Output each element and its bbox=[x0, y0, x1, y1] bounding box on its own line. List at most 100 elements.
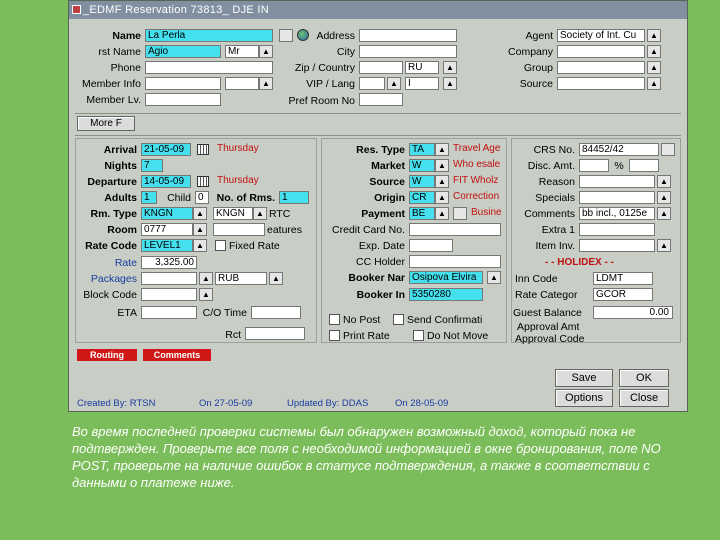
rate-code-dropdown[interactable]: ▲ bbox=[193, 239, 207, 252]
group-field[interactable] bbox=[557, 61, 645, 74]
more-fields-button[interactable]: More F bbox=[77, 116, 135, 131]
reason-dropdown[interactable]: ▲ bbox=[657, 175, 671, 188]
inn-code-field[interactable]: LDMT bbox=[593, 272, 653, 285]
room-type-dropdown[interactable]: ▲ bbox=[193, 207, 207, 220]
exp-date-label: Exp. Date bbox=[358, 240, 405, 252]
block-code-dropdown[interactable]: ▲ bbox=[199, 288, 213, 301]
vip-field[interactable] bbox=[359, 77, 385, 90]
member-type-field[interactable] bbox=[225, 77, 259, 90]
rtc-dropdown[interactable]: ▲ bbox=[253, 207, 267, 220]
disc-amt-field[interactable] bbox=[579, 159, 609, 172]
source-field[interactable] bbox=[557, 77, 645, 90]
payment-dropdown[interactable]: ▲ bbox=[435, 207, 449, 220]
address-field[interactable] bbox=[359, 29, 457, 42]
comments-field[interactable]: bb incl., 0125e bbox=[579, 207, 655, 220]
no-of-rooms-field[interactable]: 1 bbox=[279, 191, 309, 204]
booker-info-field[interactable]: 5350280 bbox=[409, 288, 483, 301]
res-source-dropdown[interactable]: ▲ bbox=[435, 175, 449, 188]
city-field[interactable] bbox=[359, 45, 457, 58]
booker-name-field[interactable]: Osipova Elvira bbox=[409, 271, 483, 284]
item-inv-field[interactable] bbox=[579, 239, 655, 252]
routing-button[interactable]: Routing bbox=[77, 349, 137, 361]
fixed-rate-checkbox[interactable] bbox=[215, 240, 226, 251]
do-not-move-checkbox[interactable] bbox=[413, 330, 424, 341]
crs-button[interactable] bbox=[661, 143, 675, 156]
rct-field[interactable] bbox=[245, 327, 305, 340]
market-field[interactable]: W bbox=[409, 159, 435, 172]
item-inv-dropdown[interactable]: ▲ bbox=[657, 239, 671, 252]
comments-button[interactable]: Comments bbox=[143, 349, 211, 361]
packages-field[interactable] bbox=[141, 272, 197, 285]
cc-holder-field[interactable] bbox=[409, 255, 501, 268]
room-dropdown[interactable]: ▲ bbox=[193, 223, 207, 236]
packages-dropdown[interactable]: ▲ bbox=[199, 272, 213, 285]
save-button[interactable]: Save bbox=[555, 369, 613, 387]
print-rate-checkbox[interactable] bbox=[329, 330, 340, 341]
room-type-to-charge-field[interactable]: KNGN bbox=[213, 207, 253, 220]
market-dropdown[interactable]: ▲ bbox=[435, 159, 449, 172]
credit-card-field[interactable] bbox=[409, 223, 501, 236]
extra1-field[interactable] bbox=[579, 223, 655, 236]
payment-info-button[interactable] bbox=[453, 207, 467, 220]
res-source-field[interactable]: W bbox=[409, 175, 435, 188]
origin-dropdown[interactable]: ▲ bbox=[435, 191, 449, 204]
ok-button[interactable]: OK bbox=[619, 369, 669, 387]
rate-code-field[interactable]: LEVEL1 bbox=[141, 239, 193, 252]
company-dropdown[interactable]: ▲ bbox=[647, 45, 661, 58]
close-button[interactable]: Close bbox=[619, 389, 669, 407]
nights-field[interactable]: 7 bbox=[141, 159, 163, 172]
specials-dropdown[interactable]: ▲ bbox=[657, 191, 671, 204]
co-time-field[interactable] bbox=[251, 306, 301, 319]
payment-field[interactable]: BE bbox=[409, 207, 435, 220]
vip-dropdown[interactable]: ▲ bbox=[387, 77, 401, 90]
member-lv-field[interactable] bbox=[145, 93, 221, 106]
room-field[interactable]: 0777 bbox=[141, 223, 193, 236]
crs-field[interactable]: 84452/42 bbox=[579, 143, 659, 156]
no-post-checkbox[interactable] bbox=[329, 314, 340, 325]
child-field[interactable]: 0 bbox=[195, 191, 209, 204]
name-field[interactable]: La Perla bbox=[145, 29, 273, 42]
arrival-field[interactable]: 21-05-09 bbox=[141, 143, 191, 156]
res-type-dropdown[interactable]: ▲ bbox=[435, 143, 449, 156]
member-info-field[interactable] bbox=[145, 77, 221, 90]
first-name-field[interactable]: Agio bbox=[145, 45, 221, 58]
departure-field[interactable]: 14-05-09 bbox=[141, 175, 191, 188]
comments-dropdown[interactable]: ▲ bbox=[657, 207, 671, 220]
agent-dropdown[interactable]: ▲ bbox=[647, 29, 661, 42]
calendar-icon[interactable] bbox=[197, 144, 209, 155]
pref-room-field[interactable] bbox=[359, 93, 403, 106]
currency-dropdown[interactable]: ▲ bbox=[269, 272, 283, 285]
rate-category-field[interactable]: GCOR bbox=[593, 288, 653, 301]
block-code-field[interactable] bbox=[141, 288, 197, 301]
packages-link[interactable]: Packages bbox=[71, 273, 137, 285]
options-button[interactable]: Options bbox=[555, 389, 613, 407]
res-type-field[interactable]: TA bbox=[409, 143, 435, 156]
calendar-icon[interactable] bbox=[197, 176, 209, 187]
exp-date-field[interactable] bbox=[409, 239, 453, 252]
agent-field[interactable]: Society of Int. Cu bbox=[557, 29, 645, 42]
title-dropdown[interactable]: ▲ bbox=[259, 45, 273, 58]
room-type-field[interactable]: KNGN bbox=[141, 207, 193, 220]
zip-field[interactable] bbox=[359, 61, 403, 74]
rate-field[interactable]: 3,325.00 bbox=[141, 256, 197, 269]
disc-percent-field[interactable] bbox=[629, 159, 659, 172]
country-dropdown[interactable]: ▲ bbox=[443, 61, 457, 74]
adults-field[interactable]: 1 bbox=[141, 191, 157, 204]
source-dropdown[interactable]: ▲ bbox=[647, 77, 661, 90]
language-field[interactable]: I bbox=[405, 77, 439, 90]
booker-dropdown[interactable]: ▲ bbox=[487, 271, 501, 284]
title-field[interactable]: Mr bbox=[225, 45, 259, 58]
send-confirmation-checkbox[interactable] bbox=[393, 314, 404, 325]
features-field[interactable] bbox=[213, 223, 265, 236]
specials-field[interactable] bbox=[579, 191, 655, 204]
phone-field[interactable] bbox=[145, 61, 273, 74]
group-dropdown[interactable]: ▲ bbox=[647, 61, 661, 74]
company-field[interactable] bbox=[557, 45, 645, 58]
language-dropdown[interactable]: ▲ bbox=[443, 77, 457, 90]
currency-field[interactable]: RUB bbox=[215, 272, 267, 285]
eta-field[interactable] bbox=[141, 306, 197, 319]
origin-field[interactable]: CR bbox=[409, 191, 435, 204]
country-field[interactable]: RU bbox=[405, 61, 439, 74]
comments-label: Comments bbox=[524, 208, 575, 220]
reason-field[interactable] bbox=[579, 175, 655, 188]
